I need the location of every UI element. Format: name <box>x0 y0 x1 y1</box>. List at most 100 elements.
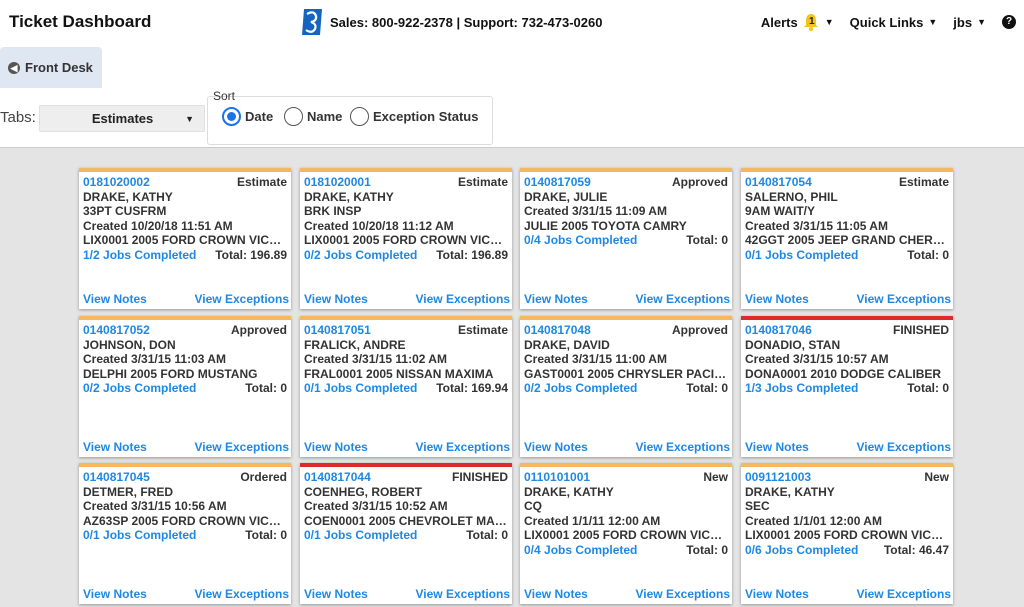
sort-date-radio[interactable]: Date <box>222 107 273 126</box>
ticket-number-link[interactable]: 0140817051 <box>304 323 371 338</box>
ticket-card[interactable]: 0091121003 New DRAKE, KATHY SEC Created 1/1/… <box>741 463 953 604</box>
view-exceptions-link[interactable]: View Exceptions <box>195 440 289 454</box>
ticket-number-link[interactable]: 0140817045 <box>83 470 150 485</box>
view-notes-link[interactable]: View Notes <box>304 440 368 454</box>
jobs-completed-link[interactable]: 0/2 Jobs Completed <box>524 381 637 396</box>
ticket-total: Total: 0 <box>686 381 728 396</box>
jobs-completed-link[interactable]: 0/1 Jobs Completed <box>745 248 858 263</box>
bell-icon: 1 <box>802 13 820 31</box>
ticket-detail-line: DONADIO, STAN <box>745 337 841 352</box>
jobs-completed-link[interactable]: 0/2 Jobs Completed <box>83 381 196 396</box>
view-notes-link[interactable]: View Notes <box>524 587 588 601</box>
tabs-label: Tabs: <box>0 109 36 126</box>
ticket-detail-line: BRK INSP <box>304 204 362 219</box>
ticket-detail-line: Created 3/31/15 11:02 AM <box>304 352 447 367</box>
view-exceptions-link[interactable]: View Exceptions <box>857 440 951 454</box>
ticket-total: Total: 0 <box>907 381 949 396</box>
ticket-card[interactable]: 0140817051 Estimate FRALICK, ANDRE Created … <box>300 316 512 457</box>
view-notes-link[interactable]: View Notes <box>745 587 809 601</box>
ticket-detail-line: Created 10/20/18 11:51 AM <box>83 218 233 233</box>
ticket-status: Approved <box>230 323 287 337</box>
ticket-detail-line: LIX0001 2005 FORD CROWN VICTORIA <box>524 528 728 543</box>
alerts-menu[interactable]: Alerts 1 ▼ <box>761 13 834 31</box>
ticket-total: Total: 0 <box>686 233 728 248</box>
sort-exception-radio[interactable]: Exception Status <box>350 107 478 126</box>
view-notes-link[interactable]: View Notes <box>745 440 809 454</box>
ticket-number-link[interactable]: 0140817059 <box>524 175 591 190</box>
sort-group: Date Name Exception Status <box>207 96 493 145</box>
jobs-completed-link[interactable]: 0/6 Jobs Completed <box>745 543 858 558</box>
jobs-completed-link[interactable]: 0/4 Jobs Completed <box>524 543 637 558</box>
ticket-card[interactable]: 0140817054 Estimate SALERNO, PHIL 9AM WAIT/… <box>741 168 953 309</box>
jobs-completed-link[interactable]: 1/2 Jobs Completed <box>83 248 196 263</box>
ticket-status: Estimate <box>457 175 508 189</box>
radio-icon <box>284 107 303 126</box>
ticket-card[interactable]: 0110101001 New DRAKE, KATHY CQ Created 1/1/1… <box>520 463 732 604</box>
help-icon[interactable]: ? <box>1002 15 1016 29</box>
ticket-card[interactable]: 0181020002 Estimate DRAKE, KATHY 33PT CUSFR… <box>79 168 291 309</box>
quick-links-label: Quick Links <box>849 14 924 30</box>
front-desk-tab[interactable]: ◀ Front Desk <box>0 47 102 88</box>
view-exceptions-link[interactable]: View Exceptions <box>636 292 730 306</box>
ticket-total: Total: 0 <box>686 542 728 557</box>
jobs-completed-link[interactable]: 1/3 Jobs Completed <box>745 381 858 396</box>
view-exceptions-link[interactable]: View Exceptions <box>416 292 510 306</box>
tabs-select[interactable]: Estimates ▼ <box>39 105 205 132</box>
ticket-card[interactable]: 0140817045 Ordered DETMER, FRED Created 3/3… <box>79 463 291 604</box>
view-exceptions-link[interactable]: View Exceptions <box>636 587 730 601</box>
ticket-total: Total: 0 <box>245 528 287 543</box>
jobs-completed-link[interactable]: 0/4 Jobs Completed <box>524 233 637 248</box>
view-notes-link[interactable]: View Notes <box>83 440 147 454</box>
view-notes-link[interactable]: View Notes <box>524 292 588 306</box>
ticket-number-link[interactable]: 0140817052 <box>83 323 150 338</box>
ticket-card[interactable]: 0140817059 Approved DRAKE, JULIE Created 3/… <box>520 168 732 309</box>
ticket-number-link[interactable]: 0140817046 <box>745 323 812 338</box>
ticket-card[interactable]: 0181020001 Estimate DRAKE, KATHY BRK INSP Cr… <box>300 168 512 309</box>
view-notes-link[interactable]: View Notes <box>524 440 588 454</box>
user-menu[interactable]: jbs ▼ <box>953 15 986 30</box>
ticket-number-link[interactable]: 0181020002 <box>83 175 150 190</box>
view-exceptions-link[interactable]: View Exceptions <box>857 292 951 306</box>
view-notes-link[interactable]: View Notes <box>83 292 147 306</box>
view-exceptions-link[interactable]: View Exceptions <box>636 440 730 454</box>
view-exceptions-link[interactable]: View Exceptions <box>195 587 289 601</box>
jobs-completed-link[interactable]: 0/1 Jobs Completed <box>304 528 417 543</box>
view-notes-link[interactable]: View Notes <box>83 587 147 601</box>
ticket-detail-line: Created 3/31/15 11:09 AM <box>524 204 667 219</box>
user-label: jbs <box>953 14 973 30</box>
ticket-status: Approved <box>671 323 728 337</box>
ticket-number-link[interactable]: 0181020001 <box>304 175 371 190</box>
view-exceptions-link[interactable]: View Exceptions <box>416 440 510 454</box>
ticket-card[interactable]: 0140817048 Approved DRAKE, DAVID Created 3/… <box>520 316 732 457</box>
jobs-completed-link[interactable]: 0/2 Jobs Completed <box>304 248 417 263</box>
jobs-completed-link[interactable]: 0/1 Jobs Completed <box>304 381 417 396</box>
chevron-down-icon: ▼ <box>824 17 834 27</box>
view-notes-link[interactable]: View Notes <box>304 292 368 306</box>
quick-links-menu[interactable]: Quick Links ▼ <box>850 15 938 30</box>
ticket-status: FINISHED <box>451 470 508 484</box>
view-notes-link[interactable]: View Notes <box>745 292 809 306</box>
ticket-detail-line: Created 3/31/15 10:57 AM <box>745 352 889 367</box>
ticket-detail-line: DELPHI 2005 FORD MUSTANG <box>83 366 258 381</box>
ticket-number-link[interactable]: 0091121003 <box>745 470 811 485</box>
ticket-number-link[interactable]: 0140817054 <box>745 175 812 190</box>
ticket-status: New <box>924 470 949 484</box>
ticket-detail-line: LIX0001 2005 FORD CROWN VICTORIA <box>304 233 508 248</box>
ticket-number-link[interactable]: 0140817044 <box>304 470 371 485</box>
tabs-select-value: Estimates <box>91 111 154 126</box>
alerts-count: 1 <box>808 16 815 27</box>
view-exceptions-link[interactable]: View Exceptions <box>416 587 510 601</box>
view-notes-link[interactable]: View Notes <box>304 587 368 601</box>
ticket-number-link[interactable]: 0140817048 <box>524 323 591 338</box>
ticket-card[interactable]: 0140817044 FINISHED COENHEG, ROBERT Created… <box>300 463 512 604</box>
view-exceptions-link[interactable]: View Exceptions <box>857 587 951 601</box>
ticket-status: Estimate <box>236 175 287 189</box>
ticket-detail-line: JOHNSON, DON <box>83 337 176 352</box>
ticket-detail-line: Created 1/1/01 12:00 AM <box>745 513 882 528</box>
ticket-number-link[interactable]: 0110101001 <box>524 470 590 485</box>
jobs-completed-link[interactable]: 0/1 Jobs Completed <box>83 528 196 543</box>
sort-name-radio[interactable]: Name <box>284 107 342 126</box>
ticket-card[interactable]: 0140817046 FINISHED DONADIO, STAN Created 3… <box>741 316 953 457</box>
view-exceptions-link[interactable]: View Exceptions <box>195 292 289 306</box>
ticket-card[interactable]: 0140817052 Approved JOHNSON, DON Created 3/… <box>79 316 291 457</box>
